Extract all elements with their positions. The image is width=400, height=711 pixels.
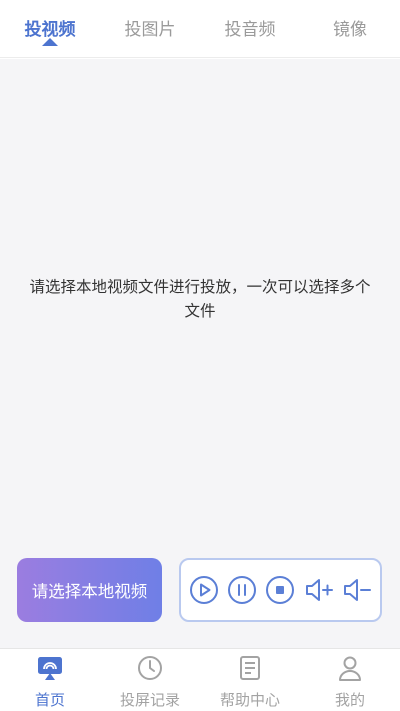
bottom-navigation: 首页 投屏记录 帮助中心 我的: [0, 648, 400, 711]
nav-profile[interactable]: 我的: [300, 649, 400, 711]
nav-label: 帮助中心: [219, 691, 280, 709]
tab-label: 投图片: [124, 20, 176, 40]
tab-cast-audio[interactable]: 投音频: [200, 0, 300, 57]
player-controls: [179, 558, 382, 622]
stop-button[interactable]: [264, 574, 296, 606]
main-content-area: 请选择本地视频文件进行投放，一次可以选择多个 文件: [0, 59, 400, 536]
nav-home[interactable]: 首页: [0, 649, 100, 711]
user-icon: [335, 653, 365, 683]
tab-label: 镜像: [333, 20, 367, 40]
play-button[interactable]: [188, 574, 220, 606]
pause-icon: [228, 576, 257, 604]
tab-cast-image[interactable]: 投图片: [100, 0, 200, 57]
nav-label: 首页: [34, 691, 65, 709]
tab-label: 投音频: [224, 20, 276, 40]
cast-icon: [35, 653, 65, 683]
select-local-video-button[interactable]: 请选择本地视频: [17, 558, 162, 622]
stop-icon: [266, 576, 295, 604]
volume-up-icon: [305, 579, 333, 601]
nav-label: 投屏记录: [119, 691, 180, 709]
hint-line-1: 请选择本地视频文件进行投放，一次可以选择多个: [29, 278, 371, 296]
control-panel: 请选择本地视频: [0, 536, 400, 648]
hint-line-2: 文件: [184, 302, 216, 320]
nav-label: 我的: [334, 691, 365, 709]
volume-down-icon: [343, 579, 371, 601]
tab-mirror[interactable]: 镜像: [300, 0, 400, 57]
document-icon: [235, 653, 265, 683]
tab-cast-video[interactable]: 投视频: [0, 0, 100, 57]
nav-cast-history[interactable]: 投屏记录: [100, 649, 200, 711]
empty-state-hint: 请选择本地视频文件进行投放，一次可以选择多个 文件: [0, 275, 400, 323]
pause-button[interactable]: [226, 574, 258, 606]
play-icon: [190, 576, 219, 604]
tab-label: 投视频: [24, 20, 76, 40]
clock-icon: [135, 653, 165, 683]
tab-active-indicator: [42, 38, 58, 46]
volume-up-button[interactable]: [303, 574, 335, 606]
volume-down-button[interactable]: [341, 574, 373, 606]
top-tab-bar: 投视频 投图片 投音频 镜像: [0, 0, 400, 58]
nav-help-center[interactable]: 帮助中心: [200, 649, 300, 711]
